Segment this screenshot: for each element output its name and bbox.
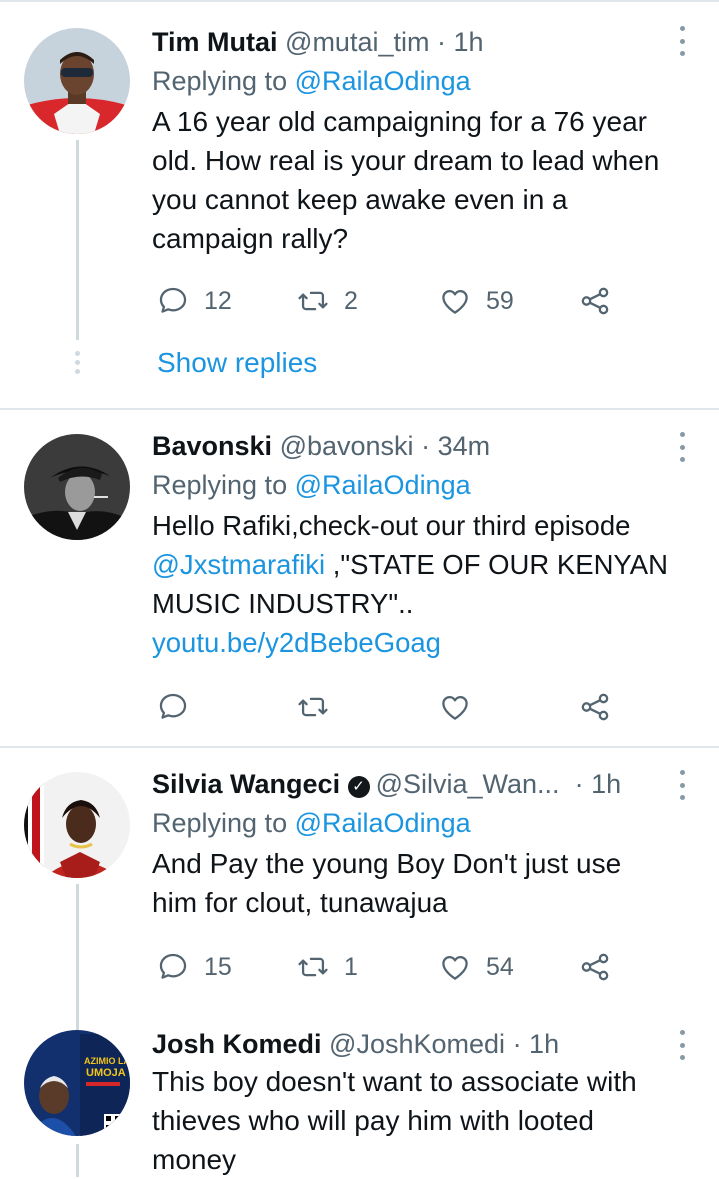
reply-button[interactable]: 15	[156, 949, 232, 985]
handle[interactable]: @JoshKomedi	[329, 1029, 505, 1059]
thread-line	[76, 884, 79, 1020]
reply-count: 12	[204, 286, 232, 315]
tweet-actions: 12 2 59	[152, 283, 632, 319]
retweet-icon	[296, 690, 330, 724]
avatar-image	[24, 434, 130, 540]
tweet-header: Silvia Wangeci ✓ @Silvia_Wan... · 1h	[152, 768, 692, 800]
share-icon	[578, 284, 612, 318]
timestamp: · 34m	[421, 431, 491, 461]
display-name[interactable]: Tim Mutai	[152, 27, 278, 57]
thread-line	[76, 140, 79, 340]
like-button[interactable]	[438, 689, 472, 725]
handle[interactable]: @mutai_tim	[285, 27, 429, 57]
tweet-actions	[152, 689, 632, 725]
handle[interactable]: @Silvia_Wan...	[376, 769, 560, 799]
tweet-bavonski[interactable]: Bavonski @bavonski · 34m Replying to @Ra…	[0, 410, 719, 746]
timestamp: · 1h	[574, 769, 622, 799]
share-icon	[578, 950, 612, 984]
avatar-text-line2: UMOJA	[86, 1067, 126, 1079]
heart-icon	[438, 950, 472, 984]
timestamp: · 1h	[437, 27, 484, 57]
display-name[interactable]: Bavonski	[152, 431, 272, 461]
verified-badge-icon: ✓	[347, 776, 370, 798]
handle[interactable]: @bavonski	[280, 431, 414, 461]
retweet-icon	[296, 284, 330, 318]
avatar-image	[24, 28, 130, 134]
share-icon	[578, 690, 612, 724]
more-vertical-icon[interactable]	[677, 770, 687, 800]
avatar[interactable]	[24, 772, 130, 878]
display-name[interactable]: Silvia Wangeci	[152, 769, 340, 799]
share-button[interactable]	[578, 283, 612, 319]
heart-icon	[438, 284, 472, 318]
share-button[interactable]	[578, 689, 612, 725]
heart-icon	[438, 690, 472, 724]
mention-link[interactable]: @RailaOdinga	[295, 808, 471, 838]
like-button[interactable]: 54	[438, 949, 514, 985]
thread-line	[76, 1020, 79, 1030]
more-vertical-icon[interactable]	[677, 432, 687, 462]
retweet-button[interactable]	[296, 689, 330, 725]
tweet-header: Josh Komedi @JoshKomedi · 1h	[152, 1028, 692, 1060]
reply-button[interactable]: 12	[156, 283, 232, 319]
avatar[interactable]: AZIMIO LA UMOJA	[24, 1030, 130, 1136]
reply-icon	[156, 950, 190, 984]
url-link[interactable]: youtu.be/y2dBebeGoag	[152, 627, 441, 658]
retweet-icon	[296, 950, 330, 984]
mention-link[interactable]: @RailaOdinga	[295, 470, 471, 500]
replying-to: Replying to @RailaOdinga	[152, 66, 471, 96]
tweet-header: Tim Mutai @mutai_tim · 1h	[152, 26, 692, 58]
show-replies-link[interactable]: Show replies	[157, 347, 317, 379]
tweet-text: Hello Rafiki,check-out our third episode…	[152, 510, 668, 658]
avatar-image	[24, 772, 130, 878]
replying-to: Replying to @RailaOdinga	[152, 808, 471, 838]
display-name[interactable]: Josh Komedi	[152, 1029, 322, 1059]
thread-line	[76, 1144, 79, 1177]
mention-link[interactable]: @RailaOdinga	[295, 66, 471, 96]
reply-icon	[156, 284, 190, 318]
retweet-count: 1	[344, 952, 358, 981]
more-vertical-icon[interactable]	[677, 1030, 687, 1060]
thread-connector-dots	[74, 351, 81, 378]
tweet-text: This boy doesn't want to associate with …	[152, 1066, 637, 1175]
like-button[interactable]: 59	[438, 283, 514, 319]
share-button[interactable]	[578, 949, 612, 985]
reply-button[interactable]	[156, 689, 190, 725]
avatar[interactable]	[24, 28, 130, 134]
tweet-actions: 15 1 54	[152, 949, 632, 985]
avatar[interactable]	[24, 434, 130, 540]
tweet-silvia-wangeci[interactable]: Silvia Wangeci ✓ @Silvia_Wan... · 1h Repl…	[0, 748, 719, 1020]
reply-count: 15	[204, 952, 232, 981]
retweet-count: 2	[344, 286, 358, 315]
mention-link[interactable]: @Jxstmarafiki	[152, 549, 325, 580]
avatar-image: AZIMIO LA UMOJA	[24, 1030, 130, 1136]
more-vertical-icon[interactable]	[677, 26, 687, 56]
like-count: 59	[486, 286, 514, 315]
timestamp: · 1h	[512, 1029, 560, 1059]
retweet-button[interactable]: 2	[296, 283, 358, 319]
tweet-header: Bavonski @bavonski · 34m	[152, 430, 692, 462]
tweet-text: And Pay the young Boy Don't just use him…	[152, 848, 622, 918]
reply-icon	[156, 690, 190, 724]
avatar-text-line1: AZIMIO LA	[84, 1056, 130, 1066]
retweet-button[interactable]: 1	[296, 949, 358, 985]
replying-to: Replying to @RailaOdinga	[152, 470, 471, 500]
tweet-tim-mutai[interactable]: Tim Mutai @mutai_tim · 1h Replying to @R…	[0, 0, 719, 408]
like-count: 54	[486, 952, 514, 981]
tweet-josh-komedi[interactable]: AZIMIO LA UMOJA Josh Komedi @JoshKomedi …	[0, 1020, 719, 1177]
tweet-text: A 16 year old campaigning for a 76 year …	[152, 106, 660, 254]
